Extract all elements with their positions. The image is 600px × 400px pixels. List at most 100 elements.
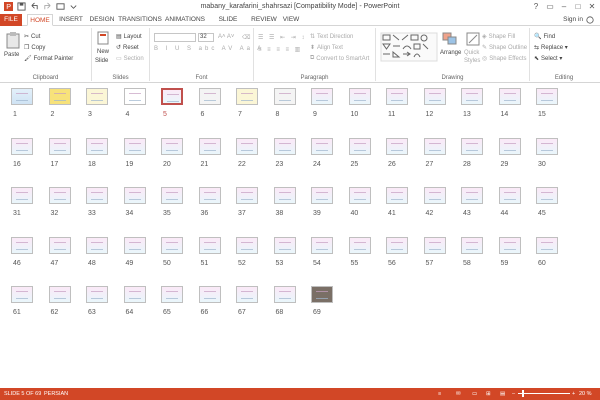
slide-thumbnail[interactable] bbox=[386, 137, 408, 155]
slide-thumbnail[interactable] bbox=[161, 88, 183, 105]
reading-view-icon[interactable]: ▤ bbox=[500, 391, 505, 397]
slide-thumbnail[interactable] bbox=[123, 236, 146, 254]
font-size-field[interactable]: 32 bbox=[198, 33, 214, 42]
align-buttons[interactable]: ≡ ≡ ≡ ≡ ▥ bbox=[258, 46, 302, 53]
shapes-gallery-icon[interactable] bbox=[380, 32, 438, 62]
slide-thumbnail[interactable] bbox=[236, 187, 258, 204]
slide-thumbnail[interactable] bbox=[273, 88, 296, 105]
slide-thumbnail[interactable] bbox=[123, 286, 146, 303]
slide-thumbnail[interactable] bbox=[86, 137, 108, 155]
close-icon[interactable]: ✕ bbox=[586, 1, 598, 12]
list-buttons[interactable]: ☰ ☰ ⇤ ⇥ ↕ bbox=[258, 34, 306, 41]
slide-thumbnail[interactable] bbox=[123, 187, 146, 204]
slide-thumbnail[interactable] bbox=[311, 236, 333, 254]
quick-styles-button-2[interactable]: Styles bbox=[464, 58, 480, 64]
cut-button[interactable]: ✂ Cut bbox=[24, 33, 40, 40]
slide-thumbnail[interactable] bbox=[386, 187, 408, 204]
reset-button[interactable]: ↺ Reset bbox=[116, 44, 139, 51]
slide-thumbnail[interactable] bbox=[273, 137, 296, 155]
slide-thumbnail[interactable] bbox=[161, 236, 183, 254]
zoom-out-icon[interactable]: – bbox=[512, 391, 515, 397]
find-button[interactable]: 🔍 Find bbox=[534, 33, 555, 40]
slide-thumbnail[interactable] bbox=[198, 88, 221, 105]
tab-animations[interactable]: ANIMATIONS bbox=[164, 14, 206, 26]
paste-icon[interactable] bbox=[6, 31, 20, 49]
paste-button[interactable]: Paste bbox=[4, 52, 19, 58]
slide-thumbnail[interactable] bbox=[11, 88, 33, 105]
slide-thumbnail[interactable] bbox=[498, 236, 521, 254]
slide-thumbnail[interactable] bbox=[48, 137, 71, 155]
slide-thumbnail[interactable] bbox=[536, 187, 558, 204]
slide-thumbnail[interactable] bbox=[273, 187, 296, 204]
slide-thumbnail[interactable] bbox=[236, 236, 258, 254]
slide-thumbnail[interactable] bbox=[198, 236, 221, 254]
slide-thumbnail[interactable] bbox=[348, 137, 371, 155]
section-button[interactable]: ▭ Section bbox=[116, 55, 144, 62]
slide-thumbnail[interactable] bbox=[498, 88, 521, 105]
slide-thumbnail[interactable] bbox=[498, 137, 521, 155]
align-text-button[interactable]: ⬍ Align Text bbox=[310, 44, 343, 51]
shape-effects-button[interactable]: ◎ Shape Effects bbox=[482, 55, 527, 62]
comments-icon[interactable]: ✉ bbox=[456, 391, 461, 397]
slide-thumbnail[interactable] bbox=[423, 187, 446, 204]
font-name-field[interactable] bbox=[154, 33, 196, 42]
maximize-icon[interactable]: □ bbox=[572, 1, 584, 12]
layout-button[interactable]: ▤ Layout bbox=[116, 33, 142, 40]
arrange-button[interactable]: Arrange bbox=[440, 50, 461, 56]
slide-thumbnail[interactable] bbox=[423, 236, 446, 254]
slide-thumbnail[interactable] bbox=[461, 236, 483, 254]
slide-thumbnail[interactable] bbox=[423, 88, 446, 105]
new-slide-button-2[interactable]: Slide bbox=[95, 58, 108, 64]
slide-thumbnail[interactable] bbox=[423, 137, 446, 155]
slide-thumbnail[interactable] bbox=[498, 187, 521, 204]
slide-thumbnail[interactable] bbox=[48, 88, 71, 105]
slide-thumbnail[interactable] bbox=[161, 137, 183, 155]
slide-thumbnail[interactable] bbox=[123, 137, 146, 155]
slide-thumbnail[interactable] bbox=[11, 187, 33, 204]
slide-thumbnail[interactable] bbox=[311, 286, 333, 303]
slide-thumbnail[interactable] bbox=[11, 286, 33, 303]
shape-fill-button[interactable]: ◈ Shape Fill bbox=[482, 33, 515, 40]
slide-thumbnail[interactable] bbox=[123, 88, 146, 105]
slide-thumbnail[interactable] bbox=[273, 286, 296, 303]
font-style-buttons[interactable]: B I U S abc AV Aa A bbox=[154, 46, 264, 52]
slide-thumbnail[interactable] bbox=[48, 286, 71, 303]
slide-thumbnail[interactable] bbox=[48, 187, 71, 204]
slide-thumbnail[interactable] bbox=[536, 236, 558, 254]
notes-icon[interactable]: ≡ bbox=[438, 391, 441, 397]
slide-thumbnail[interactable] bbox=[273, 236, 296, 254]
minimize-icon[interactable]: – bbox=[558, 1, 570, 12]
slide-thumbnail[interactable] bbox=[311, 137, 333, 155]
quick-styles-button[interactable]: Quick bbox=[464, 50, 479, 56]
slide-thumbnail[interactable] bbox=[161, 286, 183, 303]
tab-file[interactable]: FILE bbox=[0, 14, 22, 26]
slide-thumbnail[interactable] bbox=[348, 187, 371, 204]
select-button[interactable]: ⬉ Select ▾ bbox=[534, 55, 562, 62]
sign-in[interactable]: Sign in bbox=[563, 14, 594, 26]
slide-thumbnail[interactable] bbox=[461, 137, 483, 155]
slide-thumbnail[interactable] bbox=[311, 187, 333, 204]
grow-font-icon[interactable]: A˄ A˅ bbox=[218, 34, 234, 40]
slide-thumbnail[interactable] bbox=[11, 137, 33, 155]
sign-in-label[interactable]: Sign in bbox=[563, 14, 583, 26]
slide-thumbnail[interactable] bbox=[11, 236, 33, 254]
slide-thumbnail[interactable] bbox=[461, 88, 483, 105]
slide-thumbnail[interactable] bbox=[198, 137, 221, 155]
clear-formatting-icon[interactable]: ⌫ bbox=[242, 34, 250, 41]
text-direction-button[interactable]: ⇅ Text Direction bbox=[310, 33, 353, 40]
slide-thumbnail[interactable] bbox=[86, 286, 108, 303]
slide-thumbnail[interactable] bbox=[161, 187, 183, 204]
help-icon[interactable]: ? bbox=[530, 1, 542, 12]
replace-button[interactable]: ⇆ Replace ▾ bbox=[534, 44, 568, 51]
quick-styles-icon[interactable] bbox=[466, 32, 480, 46]
shape-outline-button[interactable]: ✎ Shape Outline bbox=[482, 44, 527, 51]
tab-transitions[interactable]: TRANSITIONS bbox=[118, 14, 162, 26]
slide-thumbnail[interactable] bbox=[311, 88, 333, 105]
tab-view[interactable]: VIEW bbox=[280, 14, 302, 26]
slide-thumbnail[interactable] bbox=[48, 236, 71, 254]
slide-thumbnail[interactable] bbox=[386, 236, 408, 254]
slide-thumbnail[interactable] bbox=[86, 236, 108, 254]
slide-thumbnail[interactable] bbox=[198, 286, 221, 303]
slide-thumbnail[interactable] bbox=[86, 187, 108, 204]
tab-review[interactable]: REVIEW bbox=[250, 14, 278, 26]
